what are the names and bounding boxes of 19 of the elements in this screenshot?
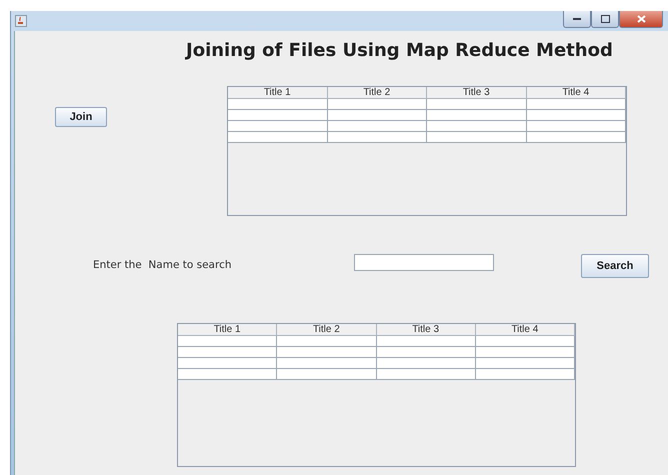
maximize-button[interactable] (591, 11, 619, 28)
column-header[interactable]: Title 2 (277, 324, 376, 336)
close-icon (636, 15, 646, 23)
close-button[interactable] (619, 11, 663, 28)
join-button[interactable]: Join (55, 107, 107, 127)
maximize-icon (600, 15, 610, 23)
column-header[interactable]: Title 3 (427, 87, 526, 99)
column-header[interactable]: Title 1 (228, 87, 328, 99)
column-header[interactable]: Title 4 (476, 324, 575, 336)
search-label: Enter the Name to search (93, 259, 232, 271)
column-header[interactable]: Title 3 (376, 324, 476, 336)
search-field[interactable] (354, 254, 494, 271)
minimize-icon (573, 17, 581, 21)
page-heading: Joining of Files Using Map Reduce Method (186, 41, 614, 61)
minimize-button[interactable] (563, 11, 591, 28)
column-header[interactable]: Title 2 (328, 87, 427, 99)
column-header[interactable]: Title 4 (526, 87, 626, 99)
search-button[interactable]: Search (581, 254, 649, 278)
column-header[interactable]: Title 1 (178, 324, 278, 336)
